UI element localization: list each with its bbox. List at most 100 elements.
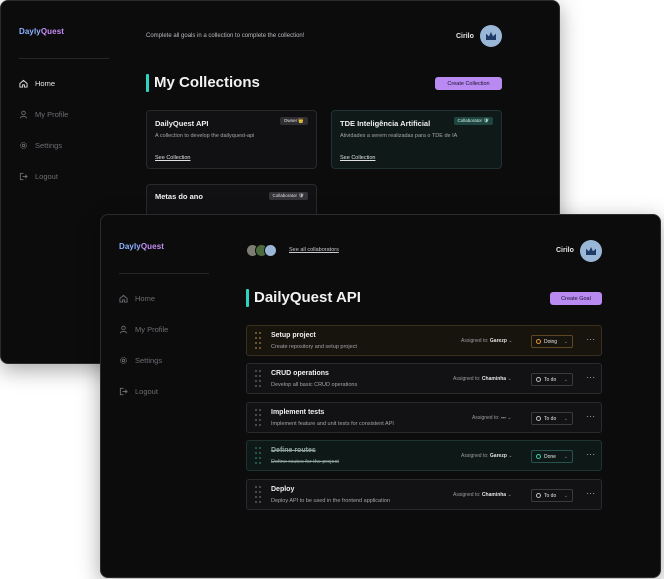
drag-handle-icon[interactable]	[255, 370, 262, 388]
see-collection-link[interactable]: See Collection	[155, 155, 190, 161]
status-select[interactable]: To do ⌄	[531, 373, 573, 386]
sidebar-item-label: My Profile	[135, 324, 169, 334]
sidebar-item-home[interactable]: Home	[119, 292, 155, 304]
assignee-name: Garezp	[489, 338, 507, 344]
goal-title: Setup project	[271, 332, 316, 339]
app-logo[interactable]: DaylyQuest	[19, 27, 64, 36]
more-options-icon[interactable]: ···	[586, 373, 596, 382]
user-icon	[119, 325, 128, 333]
goal-row[interactable]: Setup project Create repository and setup…	[246, 325, 602, 356]
chevron-down-icon: ⌄	[505, 415, 512, 421]
more-options-icon[interactable]: ···	[586, 450, 596, 459]
drag-handle-icon[interactable]	[255, 486, 262, 504]
sidebar-item-settings[interactable]: Settings	[119, 354, 162, 366]
user-name: Cirilo	[456, 33, 474, 40]
collaborator-badge: Collaborator 🛡	[453, 117, 493, 125]
header-note: Complete all goals in a collection to co…	[146, 33, 305, 39]
goal-description: Create repository and setup project	[271, 344, 357, 350]
card-title: TDE Inteligência Artificial	[340, 119, 431, 128]
title-accent	[246, 289, 249, 307]
assignee-selector[interactable]: Assigned to: Chaminha ⌄	[453, 376, 512, 382]
status-label: To do	[544, 415, 557, 422]
assignee-selector[interactable]: Assigned to: Garezp ⌄	[461, 453, 512, 459]
see-all-collaborators-link[interactable]: See all collaborators	[289, 247, 339, 253]
logout-icon	[119, 387, 128, 395]
sidebar-item-label: Logout	[35, 171, 58, 181]
sidebar-item-label: Logout	[135, 386, 158, 396]
goal-description: Develop all basic CRUD operations	[271, 382, 358, 388]
gear-icon	[120, 356, 127, 364]
page-title: My Collections	[154, 74, 260, 91]
goal-row[interactable]: Define routes Define routes for the proje…	[246, 440, 602, 471]
status-label: To do	[544, 492, 557, 499]
sidebar-item-label: Home	[135, 293, 156, 303]
assignee-name: Chaminha	[481, 376, 507, 382]
more-options-icon[interactable]: ···	[586, 489, 596, 498]
user-name: Cirilo	[556, 247, 574, 254]
status-select[interactable]: Doing ⌄	[531, 335, 573, 348]
status-icon	[536, 377, 541, 382]
chevron-down-icon: ⌄	[506, 338, 513, 344]
drag-handle-icon[interactable]	[255, 447, 262, 465]
status-icon	[536, 339, 541, 344]
goal-title: Define routes	[271, 447, 316, 454]
collaborator-badge: Collaborator 🛡	[268, 192, 308, 200]
drag-handle-icon[interactable]	[255, 409, 262, 427]
goal-row[interactable]: Deploy Deploy API to be used in the front…	[246, 479, 602, 510]
sidebar-item-my-profile[interactable]: My Profile	[119, 323, 168, 335]
goal-title: Deploy	[271, 486, 295, 493]
assignee-selector[interactable]: Assigned to: Chaminha ⌄	[453, 492, 512, 498]
drag-handle-icon[interactable]	[255, 332, 262, 350]
home-icon	[119, 294, 128, 303]
goal-description: Deploy API to be used in the frontend ap…	[271, 498, 390, 504]
card-description: Atividades a serem realizadas para o TDE…	[340, 133, 458, 139]
collection-card[interactable]: DailyQuest API Owner 👑 A collection to d…	[146, 110, 317, 169]
goal-row[interactable]: Implement tests Implement feature and uni…	[246, 402, 602, 433]
chevron-down-icon: ⌄	[563, 492, 568, 499]
user-icon	[19, 110, 28, 118]
title-accent	[146, 74, 149, 92]
more-options-icon[interactable]: ···	[586, 412, 596, 421]
chevron-down-icon: ⌄	[506, 492, 512, 498]
chevron-down-icon: ⌄	[563, 453, 568, 460]
status-label: Doing	[544, 338, 558, 345]
card-title: DailyQuest API	[155, 119, 209, 128]
status-select[interactable]: To do ⌄	[531, 489, 573, 502]
sidebar-item-logout[interactable]: Logout	[119, 385, 158, 397]
see-collection-link[interactable]: See Collection	[340, 155, 375, 161]
sidebar-item-logout[interactable]: Logout	[19, 170, 58, 182]
chevron-down-icon: ⌄	[506, 453, 513, 459]
collaborator-avatars[interactable]	[246, 242, 284, 260]
status-icon	[536, 416, 541, 421]
collection-card[interactable]: TDE Inteligência Artificial Collaborator…	[331, 110, 502, 169]
assignee-selector[interactable]: Assigned to: --- ⌄	[472, 415, 512, 421]
create-goal-button[interactable]: Create Goal	[550, 292, 602, 305]
assignee-name: Garezp	[489, 453, 507, 459]
avatar[interactable]	[580, 240, 602, 262]
card-title: Metas do ano	[155, 192, 203, 201]
sidebar-item-settings[interactable]: Settings	[19, 139, 62, 151]
gear-icon	[20, 141, 27, 149]
assignee-selector[interactable]: Assigned to: Garezp ⌄	[461, 338, 512, 344]
status-icon	[536, 493, 541, 498]
create-collection-button[interactable]: Create Collection	[435, 77, 502, 90]
status-select[interactable]: To do ⌄	[531, 412, 573, 425]
sidebar-item-my-profile[interactable]: My Profile	[19, 108, 68, 120]
collection-window: DaylyQuest Home My Profile Settings Logo…	[100, 214, 661, 578]
app-logo[interactable]: DaylyQuest	[119, 242, 164, 251]
chevron-down-icon: ⌄	[563, 376, 568, 383]
status-select[interactable]: Done ⌄	[531, 450, 573, 463]
home-icon	[19, 79, 28, 88]
chevron-down-icon: ⌄	[563, 338, 568, 345]
status-label: To do	[544, 376, 557, 383]
sidebar-item-home[interactable]: Home	[19, 77, 55, 89]
sidebar-divider	[19, 58, 109, 59]
goal-title: Implement tests	[271, 409, 325, 416]
chevron-down-icon: ⌄	[506, 376, 512, 382]
goal-row[interactable]: CRUD operations Develop all basic CRUD op…	[246, 363, 602, 394]
collaborator-avatar	[264, 244, 277, 257]
avatar[interactable]	[480, 25, 502, 47]
logout-icon	[19, 172, 28, 180]
goal-description: Define routes for the project	[271, 459, 339, 465]
more-options-icon[interactable]: ···	[586, 335, 596, 344]
